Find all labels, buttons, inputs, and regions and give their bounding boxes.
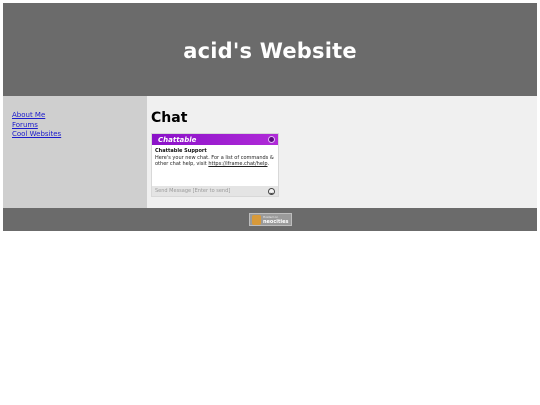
site-header: acid's Website <box>3 3 537 96</box>
chat-options-icon[interactable] <box>268 136 275 143</box>
site-footer: Hosted on neocities <box>3 208 537 231</box>
neocities-badge[interactable]: Hosted on neocities <box>248 213 292 226</box>
message-input[interactable] <box>155 187 268 195</box>
chat-widget-header: Chattable <box>152 134 278 145</box>
nav-link-forums[interactable]: Forums <box>12 121 147 131</box>
message-text: Here's your new chat. For a list of comm… <box>155 155 275 167</box>
chattable-logo: Chattable <box>158 135 197 144</box>
message-suffix: . <box>267 161 270 167</box>
chat-messages: Chattable Support Here's your new chat. … <box>152 145 278 167</box>
badge-brand-text: neocities <box>262 218 289 225</box>
page: acid's Website About Me Forums Cool Webs… <box>3 3 537 231</box>
nav-link-cool-websites[interactable]: Cool Websites <box>12 130 147 140</box>
chat-widget: Chattable Chattable Support Here's your … <box>151 133 279 197</box>
badge-text: Hosted on neocities <box>263 215 289 225</box>
content-area: About Me Forums Cool Websites Chat Chatt… <box>3 96 537 208</box>
nav-link-about-me[interactable]: About Me <box>12 111 147 121</box>
sidebar: About Me Forums Cool Websites <box>3 96 147 208</box>
main-content: Chat Chattable Chattable Support Here's … <box>147 96 537 208</box>
site-title: acid's Website <box>183 38 357 63</box>
emoji-icon[interactable] <box>268 187 275 195</box>
page-title: Chat <box>151 110 188 126</box>
help-link[interactable]: https://iframe.chat/help <box>208 161 267 167</box>
chat-input-row <box>152 186 278 196</box>
neocities-cat-icon <box>251 214 261 225</box>
message-author: Chattable Support <box>155 148 207 154</box>
